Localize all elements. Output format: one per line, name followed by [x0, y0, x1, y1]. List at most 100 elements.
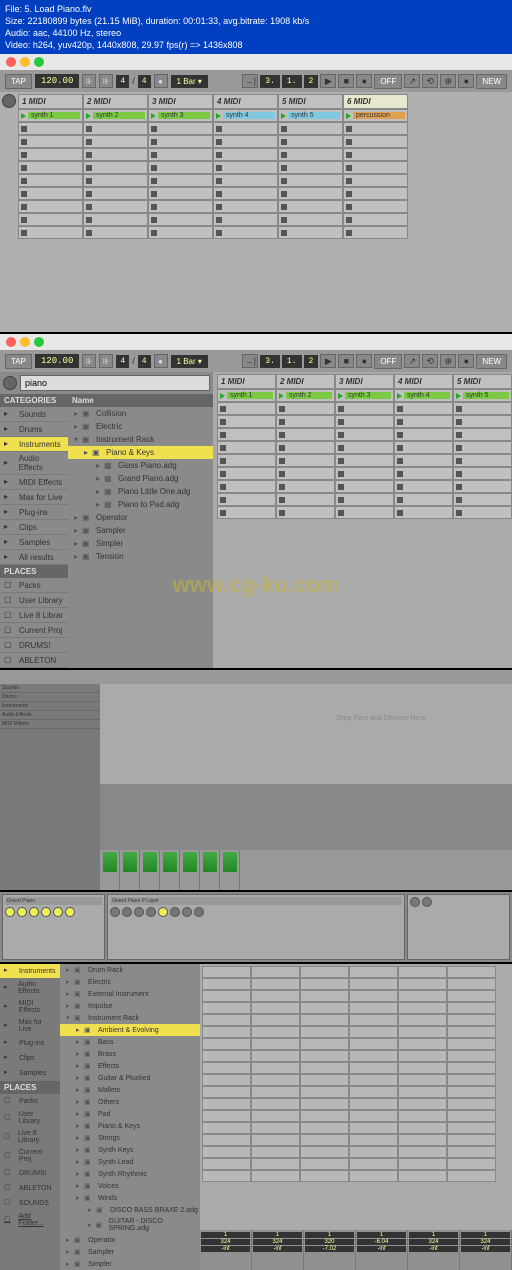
empty-clip-slot[interactable] — [202, 1014, 251, 1026]
track-header[interactable]: 3 MIDI — [335, 374, 394, 389]
empty-clip-slot[interactable] — [276, 506, 335, 519]
empty-clip-slot[interactable] — [278, 174, 343, 187]
empty-clip-slot[interactable] — [18, 135, 83, 148]
empty-clip-slot[interactable] — [83, 174, 148, 187]
empty-clip-slot[interactable] — [394, 428, 453, 441]
empty-clip-slot[interactable] — [335, 441, 394, 454]
empty-clip-slot[interactable] — [398, 1110, 447, 1122]
track-header[interactable]: 4 MIDI — [213, 94, 278, 109]
expand-icon[interactable]: ▸ — [76, 1182, 84, 1190]
empty-clip-slot[interactable] — [398, 1098, 447, 1110]
empty-clip-slot[interactable] — [453, 493, 512, 506]
empty-clip-slot[interactable] — [217, 454, 276, 467]
empty-clip-slot[interactable] — [394, 467, 453, 480]
empty-clip-slot[interactable] — [18, 213, 83, 226]
empty-clip-slot[interactable] — [349, 1014, 398, 1026]
play-icon[interactable] — [279, 393, 284, 399]
macro-knob[interactable] — [17, 907, 27, 917]
empty-clip-slot[interactable] — [349, 1050, 398, 1062]
macro-knob[interactable] — [41, 907, 51, 917]
midi-track[interactable]: 3 MIDI synth 3 — [335, 374, 394, 519]
empty-clip-slot[interactable] — [148, 226, 213, 239]
empty-clip-slot[interactable] — [398, 1158, 447, 1170]
empty-clip-slot[interactable] — [217, 493, 276, 506]
tree-item[interactable]: ▸▣Winds — [60, 1192, 200, 1204]
empty-clip-slot[interactable] — [349, 1170, 398, 1182]
midi-track[interactable]: 1 MIDI synth 1 — [217, 374, 276, 519]
empty-clip-slot[interactable] — [18, 161, 83, 174]
category-plug-ins[interactable]: ▸Plug-ins — [0, 1036, 60, 1051]
empty-clip-slot[interactable] — [447, 1026, 496, 1038]
empty-clip-slot[interactable] — [453, 454, 512, 467]
empty-clip-slot[interactable] — [343, 174, 408, 187]
empty-clip-slot[interactable] — [453, 467, 512, 480]
expand-icon[interactable]: ▸ — [74, 422, 82, 431]
empty-clip-slot[interactable] — [213, 161, 278, 174]
empty-clip-slot[interactable] — [447, 1014, 496, 1026]
list-item[interactable]: Instruments — [0, 702, 100, 711]
place-item[interactable]: ▢ABLETON — [0, 653, 68, 668]
empty-clip-slot[interactable] — [148, 213, 213, 226]
expand-icon[interactable]: ▸ — [76, 1026, 84, 1034]
position-bar[interactable]: 3. — [260, 75, 280, 88]
metronome-button[interactable]: ● — [154, 354, 168, 368]
category-samples[interactable]: ▸Samples — [0, 1066, 60, 1081]
empty-clip-slot[interactable] — [251, 1170, 300, 1182]
tree-item[interactable]: ▸▣Electric — [60, 976, 200, 988]
category-audio-effects[interactable]: ▸Audio Effects — [0, 979, 60, 998]
expand-icon[interactable]: ▸ — [76, 1062, 84, 1070]
category-samples[interactable]: ▸Samples — [0, 535, 68, 550]
follow-icon[interactable]: →| — [242, 354, 258, 368]
empty-clip-slot[interactable] — [349, 1074, 398, 1086]
empty-clip-slot[interactable] — [18, 174, 83, 187]
clip-slot[interactable]: synth 4 — [394, 389, 453, 402]
empty-clip-slot[interactable] — [398, 966, 447, 978]
empty-clip-slot[interactable] — [447, 978, 496, 990]
empty-clip-slot[interactable] — [278, 161, 343, 174]
mixer-channel[interactable]: 1 320 -7.02 — [304, 1230, 356, 1270]
stop-button[interactable]: ■ — [338, 74, 354, 88]
tap-tempo-button[interactable]: TAP — [5, 354, 32, 369]
empty-clip-slot[interactable] — [251, 978, 300, 990]
empty-clip-slot[interactable] — [300, 1074, 349, 1086]
empty-clip-slot[interactable] — [300, 1158, 349, 1170]
empty-clip-slot[interactable] — [251, 1146, 300, 1158]
parameter-knob[interactable] — [422, 897, 432, 907]
empty-clip-slot[interactable] — [349, 990, 398, 1002]
clip-slot[interactable]: synth 3 — [335, 389, 394, 402]
position-bar[interactable]: 3. — [260, 355, 280, 368]
mixer-channel[interactable] — [220, 850, 240, 890]
macro-knob[interactable] — [29, 907, 39, 917]
empty-clip-slot[interactable] — [335, 454, 394, 467]
play-icon[interactable] — [151, 113, 156, 119]
tempo-nudge-up-icon[interactable]: ⊪ — [99, 74, 113, 88]
clip-slot[interactable]: synth 2 — [276, 389, 335, 402]
empty-clip-slot[interactable] — [83, 161, 148, 174]
macro-knob[interactable] — [65, 907, 75, 917]
send-value[interactable]: 1 — [201, 1232, 250, 1238]
empty-clip-slot[interactable] — [18, 122, 83, 135]
empty-clip-slot[interactable] — [300, 978, 349, 990]
close-icon[interactable] — [6, 57, 16, 67]
empty-clip-slot[interactable] — [213, 187, 278, 200]
empty-clip-slot[interactable] — [300, 1050, 349, 1062]
midi-track[interactable]: 4 MIDI synth 4 — [394, 374, 453, 519]
empty-clip-slot[interactable] — [394, 441, 453, 454]
play-icon[interactable] — [397, 393, 402, 399]
empty-clip-slot[interactable] — [343, 200, 408, 213]
place-item[interactable]: ▢SOUNDS — [0, 1196, 60, 1211]
midi-track[interactable]: 5 MIDI synth 5 — [453, 374, 512, 519]
empty-clip-slot[interactable] — [300, 1098, 349, 1110]
category-clips[interactable]: ▸Clips — [0, 1051, 60, 1066]
empty-clip-slot[interactable] — [394, 480, 453, 493]
empty-clip-slot[interactable] — [217, 428, 276, 441]
maximize-icon[interactable] — [34, 337, 44, 347]
clip-slot[interactable]: synth 5 — [453, 389, 512, 402]
expand-icon[interactable]: ▾ — [66, 1014, 74, 1022]
empty-clip-slot[interactable] — [18, 226, 83, 239]
empty-clip-slot[interactable] — [398, 1134, 447, 1146]
empty-clip-slot[interactable] — [453, 415, 512, 428]
place-item[interactable]: ▢Packs — [0, 578, 68, 593]
tree-item[interactable]: ▸▣External Instrument — [60, 988, 200, 1000]
list-item[interactable]: Audio Effects — [0, 711, 100, 720]
